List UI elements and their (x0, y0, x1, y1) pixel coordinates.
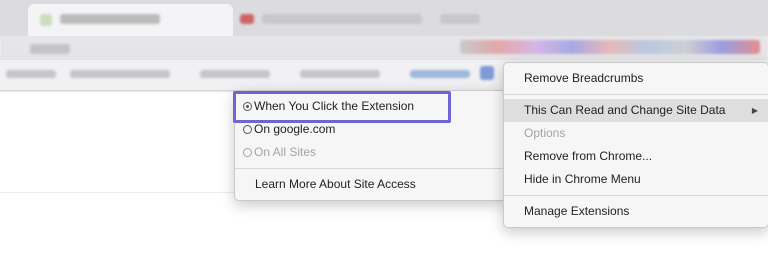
remove-from-chrome-item[interactable]: Remove from Chrome... (504, 145, 768, 168)
option-when-you-click[interactable]: When You Click the Extension (235, 95, 505, 118)
radio-disabled-icon (243, 148, 252, 157)
menu-separator (235, 168, 505, 169)
tab-favicon (240, 14, 254, 24)
option-on-google[interactable]: On google.com (235, 118, 505, 141)
option-label: On All Sites (254, 145, 317, 159)
tab-title-blurred (440, 14, 480, 24)
learn-more-site-access[interactable]: Learn More About Site Access (235, 173, 505, 196)
bookmark-item[interactable] (410, 70, 470, 78)
options-item: Options (524, 126, 566, 140)
manage-extensions-item[interactable]: Manage Extensions (504, 200, 768, 223)
bookmark-item[interactable] (300, 70, 380, 78)
menu-separator (504, 94, 768, 95)
tab-strip (0, 0, 768, 36)
hide-in-chrome-menu-item[interactable]: Hide in Chrome Menu (504, 168, 768, 191)
menu-separator (504, 195, 768, 196)
bookmark-item[interactable] (200, 70, 270, 78)
bookmark-item[interactable] (6, 70, 56, 78)
option-on-all-sites: On All Sites (235, 141, 505, 164)
tab-favicon (40, 14, 52, 26)
extension-context-menu: Remove Breadcrumbs This Can Read and Cha… (503, 62, 768, 228)
tab-title-blurred (60, 14, 160, 24)
option-label: On google.com (254, 122, 336, 136)
address-bar-blurred[interactable] (30, 44, 70, 54)
remove-breadcrumbs-item[interactable]: Remove Breadcrumbs (504, 67, 768, 90)
site-data-label: This Can Read and Change Site Data (524, 103, 726, 117)
tab-title-blurred (262, 14, 422, 24)
site-data-submenu-item[interactable]: This Can Read and Change Site Data ▶ (504, 99, 768, 122)
radio-selected-icon[interactable] (243, 102, 252, 111)
extension-icons-row[interactable] (460, 40, 760, 54)
option-label: When You Click the Extension (254, 99, 415, 113)
radio-unselected-icon[interactable] (243, 125, 252, 134)
site-access-submenu: When You Click the Extension On google.c… (234, 90, 506, 201)
submenu-arrow-icon: ▶ (751, 106, 758, 115)
extension-icon[interactable] (480, 66, 494, 80)
bookmark-item[interactable] (70, 70, 170, 78)
